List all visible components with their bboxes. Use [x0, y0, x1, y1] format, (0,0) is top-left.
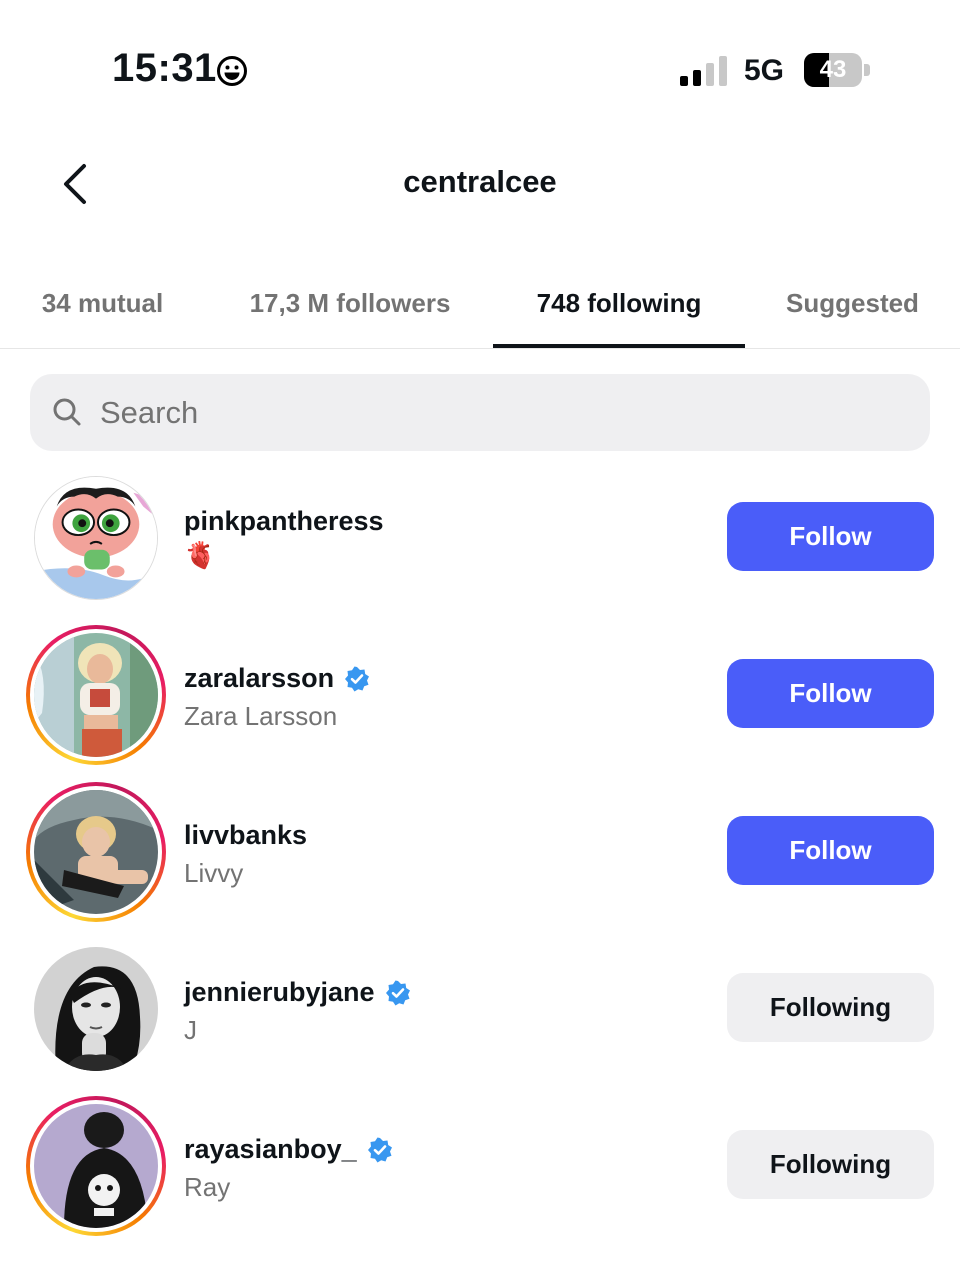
username[interactable]: livvbanks [184, 820, 307, 851]
bw-photo-avatar [34, 947, 158, 1071]
photo-avatar [34, 790, 158, 914]
list-item[interactable]: jennierubyjane J Following [0, 947, 960, 1104]
avatar[interactable] [34, 1104, 158, 1228]
powerpuff-cartoon-avatar [35, 477, 157, 599]
follow-button[interactable]: Follow [727, 816, 934, 885]
battery-nub [864, 64, 870, 76]
list-item[interactable]: rayasianboy_ Ray Following [0, 1096, 960, 1261]
account-subtitle: Livvy [184, 858, 244, 888]
verified-badge-icon [367, 1137, 392, 1162]
status-time: 15:31 [112, 46, 217, 90]
tab-mutual[interactable]: 34 mutual [10, 258, 195, 348]
follow-button[interactable]: Follow [727, 502, 934, 571]
tab-suggested[interactable]: Suggested [770, 258, 935, 348]
list-item[interactable]: zaralarsson Zara Larsson Follow [0, 625, 960, 790]
battery-percent: 43 [819, 56, 847, 83]
search-input[interactable] [100, 382, 900, 444]
verified-badge-icon [345, 666, 370, 691]
page-title: centralcee [403, 164, 557, 199]
follow-button[interactable]: Follow [727, 659, 934, 728]
photo-avatar [34, 1104, 158, 1228]
account-subtitle: J [184, 1015, 197, 1045]
tab-following[interactable]: 748 following [493, 258, 745, 348]
following-button[interactable]: Following [727, 973, 934, 1042]
list-item[interactable]: livvbanks Livvy Follow [0, 782, 960, 947]
battery-icon: 43 [804, 53, 862, 87]
active-tab-indicator [493, 344, 745, 348]
cellular-signal-icon [680, 56, 727, 86]
account-subtitle: 🫀 [184, 540, 217, 570]
tab-followers[interactable]: 17,3 M followers [225, 258, 475, 348]
username[interactable]: pinkpantheress [184, 506, 384, 537]
search-icon [53, 398, 81, 426]
account-subtitle: Zara Larsson [184, 701, 338, 731]
username[interactable]: rayasianboy_ [184, 1134, 393, 1165]
avatar[interactable] [34, 476, 158, 600]
list-item[interactable]: pinkpantheress 🫀 Follow [0, 476, 960, 633]
username[interactable]: jennierubyjane [184, 977, 411, 1008]
verified-badge-icon [385, 980, 410, 1005]
avatar[interactable] [34, 790, 158, 914]
following-button[interactable]: Following [727, 1130, 934, 1199]
avatar[interactable] [34, 633, 158, 757]
avatar[interactable] [34, 947, 158, 1071]
account-subtitle: Ray [184, 1172, 231, 1202]
username[interactable]: zaralarsson [184, 663, 370, 694]
network-type: 5G [744, 54, 785, 87]
photo-avatar [34, 633, 158, 757]
grinning-face-icon [217, 56, 247, 86]
status-bar: 15:31 5G 43 [0, 0, 960, 140]
tab-bar: 34 mutual 17,3 M followers 748 following… [0, 258, 960, 349]
